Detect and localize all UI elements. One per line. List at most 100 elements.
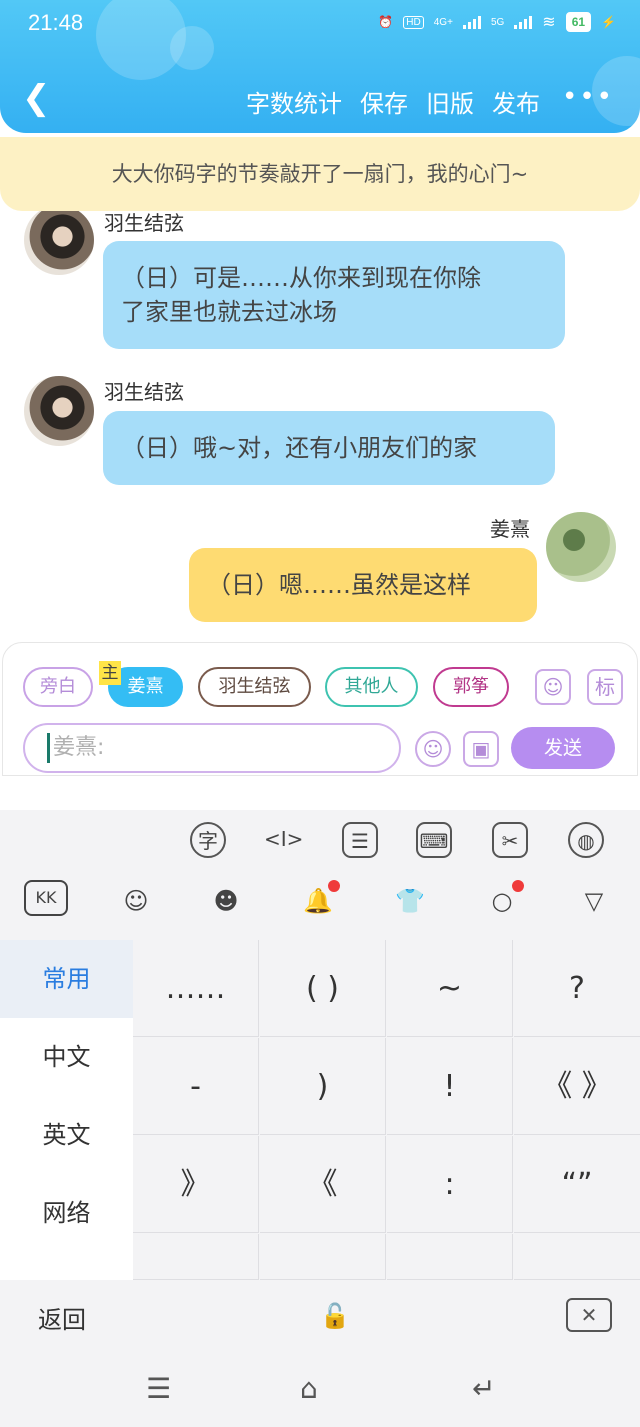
role-others[interactable]: 其他人: [325, 667, 418, 707]
message-text: 了家里也就去过冰场: [121, 298, 337, 326]
compose-row: 姜熹: ☺ ▣ 发送: [23, 723, 623, 773]
publish-button[interactable]: 发布: [492, 84, 540, 119]
role-yuzuru[interactable]: 羽生结弦: [198, 667, 311, 707]
symbol-key[interactable]: ?: [514, 940, 640, 1037]
symbol-key[interactable]: 《 》: [514, 1038, 640, 1135]
category-english[interactable]: 英文: [0, 1096, 133, 1174]
charging-icon: ⚡: [601, 15, 616, 29]
search-glyph: ○: [491, 887, 513, 915]
role-guozheng[interactable]: 郭筝: [433, 667, 509, 707]
alarm-icon: ⏰: [378, 15, 394, 29]
encouragement-banner: 大大你码字的节奏敲开了一扇门，我的心门~: [0, 137, 640, 211]
system-navigation-bar: ☰ ⌂ ↵: [0, 1356, 640, 1427]
sender-name: 羽生结弦: [104, 380, 184, 404]
message-bubble[interactable]: （日）可是……从你来到现在你除 了家里也就去过冰场: [103, 241, 565, 349]
home-icon[interactable]: ⌂: [300, 1372, 318, 1405]
kk-keyboard-icon[interactable]: KK: [24, 880, 68, 916]
symbol-key[interactable]: “”: [514, 1136, 640, 1233]
word-count-button[interactable]: 字数统计: [246, 84, 342, 119]
sender-name: 姜熹: [490, 517, 530, 541]
wifi-icon: ≋: [542, 14, 556, 31]
back-chevron-icon[interactable]: ❮: [22, 78, 51, 118]
message-text: （日）可是……从你来到现在你除: [121, 264, 481, 292]
symbol-key[interactable]: ): [260, 1038, 386, 1135]
symbol-panel: …… ( ) ~ ? - ) ! 《 》 》 《 : “” 常用 中文 英文 网…: [0, 940, 640, 1280]
symbol-key[interactable]: 《: [260, 1136, 386, 1233]
message-bubble[interactable]: （日）嗯……虽然是这样: [189, 548, 537, 622]
symbol-key[interactable]: ~: [387, 940, 513, 1037]
main-role-badge: 主: [99, 661, 121, 685]
message-text: （日）嗯……虽然是这样: [207, 571, 471, 599]
category-network[interactable]: 网络: [0, 1174, 133, 1252]
collapse-keyboard-icon[interactable]: ▽: [572, 880, 616, 924]
category-chinese[interactable]: 中文: [0, 1018, 133, 1096]
emoji-face-icon[interactable]: ☺: [114, 880, 158, 924]
message-bubble[interactable]: （日）哦~对，还有小朋友们的家: [103, 411, 555, 485]
message-list[interactable]: 羽生结弦 （日）可是……从你来到现在你除 了家里也就去过冰场 羽生结弦 （日）哦…: [0, 211, 640, 641]
message-text: （日）哦~对，还有小朋友们的家: [121, 434, 478, 462]
backspace-icon[interactable]: ✕: [566, 1298, 612, 1332]
symbol-key[interactable]: :: [387, 1136, 513, 1233]
cursor-move-icon[interactable]: <I>: [264, 822, 303, 858]
sticker-icon[interactable]: ☻: [204, 880, 248, 924]
top-nav: ❮ 字数统计 保存 旧版 发布 •••: [0, 72, 640, 128]
notification-dot: [512, 880, 524, 892]
signal-icon: [462, 15, 481, 29]
network-5g-label: 5G: [490, 16, 505, 28]
keyboard-layout-icon[interactable]: ⌨: [416, 822, 452, 858]
old-version-button[interactable]: 旧版: [426, 84, 474, 119]
symbol-key[interactable]: 》: [133, 1136, 259, 1233]
symbol-category-list: 常用 中文 英文 网络: [0, 940, 133, 1280]
avatar[interactable]: [24, 376, 94, 446]
role-selector: 旁白 主 姜熹 羽生结弦 其他人 郭筝 ☺ 标: [23, 661, 623, 707]
emoji-icon[interactable]: ☺: [415, 731, 451, 767]
tag-button[interactable]: 标: [587, 669, 623, 705]
input-panel: 旁白 主 姜熹 羽生结弦 其他人 郭筝 ☺ 标 姜熹: ☺ ▣ 发送: [2, 642, 638, 776]
bell-icon[interactable]: 🔔: [296, 880, 340, 924]
status-bar: 21:48 ⏰ HD 4G+ 5G ≋ 61 ⚡: [0, 0, 640, 50]
symbol-key[interactable]: [387, 1234, 513, 1280]
category-common[interactable]: 常用: [0, 940, 133, 1018]
message-input[interactable]: 姜熹:: [23, 723, 401, 773]
scissors-icon[interactable]: ✂: [492, 822, 528, 858]
menu-icon[interactable]: ☰: [146, 1372, 171, 1405]
voice-icon[interactable]: ◍: [568, 822, 604, 858]
symbol-key[interactable]: [133, 1234, 259, 1280]
text-cursor: [47, 733, 50, 763]
symbol-key[interactable]: ( ): [260, 940, 386, 1037]
bell-glyph: 🔔: [303, 887, 333, 915]
more-icon[interactable]: •••: [562, 82, 614, 112]
handwriting-icon[interactable]: 字: [190, 822, 226, 858]
sender-name: 羽生结弦: [104, 211, 184, 235]
skin-icon[interactable]: 👕: [388, 880, 432, 924]
symbol-key[interactable]: [260, 1234, 386, 1280]
symbol-key[interactable]: [514, 1234, 640, 1280]
avatar[interactable]: [546, 512, 616, 582]
avatar[interactable]: [24, 211, 94, 275]
back-icon[interactable]: ↵: [472, 1372, 495, 1405]
symbol-key[interactable]: -: [133, 1038, 259, 1135]
keyboard-bottom-bar: 返回 🔓 ✕: [0, 1280, 640, 1356]
role-narration[interactable]: 旁白: [23, 667, 93, 707]
search-icon[interactable]: ○: [480, 880, 524, 924]
symbol-key[interactable]: !: [387, 1038, 513, 1135]
unlock-icon[interactable]: 🔓: [320, 1302, 350, 1334]
status-icons: ⏰ HD 4G+ 5G ≋ 61 ⚡: [378, 12, 616, 32]
keyboard-menu-row: KK ☺ ☻ 🔔 👕 ○ ▽: [0, 880, 640, 924]
send-button[interactable]: 发送: [511, 727, 615, 769]
keyboard-back-button[interactable]: 返回: [38, 1300, 86, 1335]
symbol-key[interactable]: ……: [133, 940, 259, 1037]
status-time: 21:48: [28, 10, 84, 35]
signal-icon-2: [514, 15, 533, 29]
battery-icon: 61: [565, 12, 592, 32]
role-manage-icon[interactable]: ☺: [535, 669, 571, 705]
save-button[interactable]: 保存: [360, 84, 408, 119]
nav-actions: 字数统计 保存 旧版 发布: [246, 84, 540, 119]
image-icon[interactable]: ▣: [463, 731, 499, 767]
keyboard-tools-row: 字 <I> ☰ ⌨ ✂ ◍: [0, 822, 640, 862]
app-header: 21:48 ⏰ HD 4G+ 5G ≋ 61 ⚡ ❮ 字数统计 保存 旧版 发布…: [0, 0, 640, 133]
notification-dot: [328, 880, 340, 892]
clipboard-icon[interactable]: ☰: [342, 822, 378, 858]
hd-icon: HD: [403, 15, 424, 29]
soft-keyboard: 字 <I> ☰ ⌨ ✂ ◍ KK ☺ ☻ 🔔 👕 ○ ▽ …… ( ) ~ ? …: [0, 810, 640, 1427]
